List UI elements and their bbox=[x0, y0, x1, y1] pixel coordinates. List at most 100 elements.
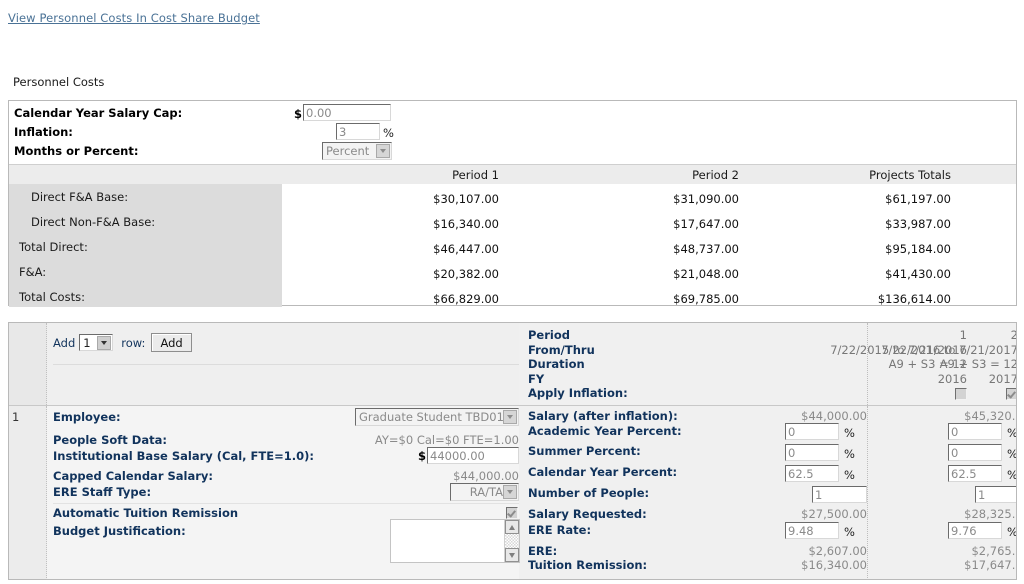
costs-table-header-row: Period 1 Period 2 Projects Totals bbox=[9, 164, 1016, 184]
tuition-remission-label: Tuition Remission: bbox=[528, 558, 648, 572]
period-2-from-thru: 7/22/2016 to 7/21/2017 bbox=[881, 342, 1017, 357]
months-or-percent-value: Percent bbox=[326, 144, 370, 158]
field-divider bbox=[53, 503, 519, 504]
percent-sign: % bbox=[844, 426, 855, 440]
ere-staff-type-value: RA/TA bbox=[469, 485, 503, 499]
chevron-down-icon bbox=[503, 485, 517, 499]
fy-label: FY bbox=[528, 371, 545, 386]
detail-panel-body: 1 Employee: Graduate Student TBD01 Peopl… bbox=[9, 406, 1017, 579]
period-2-salary-requested: $28,325.00 bbox=[964, 507, 1016, 521]
calendar-year-percent-label: Calendar Year Percent: bbox=[528, 465, 678, 479]
textarea-scrollbar[interactable] bbox=[504, 520, 519, 562]
academic-year-percent-label: Academic Year Percent: bbox=[528, 424, 682, 438]
row-number: 1 bbox=[12, 410, 20, 424]
table-row: Direct Non-F&A Base: $16,340.00 $17,647.… bbox=[9, 209, 1016, 234]
detail-panel-header: Add 1 row: Add Period From/Thru Duration… bbox=[9, 323, 1016, 406]
summer-percent-label: Summer Percent: bbox=[528, 444, 641, 458]
row-value-period-1: $66,829.00 bbox=[433, 292, 499, 306]
salary-after-inflation-label: Salary (after inflation): bbox=[528, 409, 678, 423]
row-label: Total Direct: bbox=[19, 240, 88, 254]
period-1-academic-year-percent-input[interactable] bbox=[785, 423, 839, 440]
row-value-period-1: $46,447.00 bbox=[433, 242, 499, 256]
employee-select[interactable]: Graduate Student TBD01 bbox=[355, 408, 519, 426]
chevron-down-icon bbox=[503, 410, 517, 424]
period-2-calendar-year-percent-input[interactable] bbox=[948, 465, 1002, 482]
percent-sign: % bbox=[1007, 525, 1017, 539]
salary-cap-currency: $ bbox=[294, 107, 303, 121]
percent-sign: % bbox=[844, 468, 855, 482]
ere-label: ERE: bbox=[528, 544, 558, 558]
period-2-apply-inflation-checkbox[interactable] bbox=[1006, 387, 1016, 400]
period-2-duration: A9 + S3 = 12 bbox=[939, 357, 1017, 371]
period-2-salary-after-inflation: $45,320.00 bbox=[964, 409, 1016, 423]
table-row: Total Direct: $46,447.00 $48,737.00 $95,… bbox=[9, 234, 1016, 259]
people-soft-data-value: AY=$0 Cal=$0 FTE=1.00 bbox=[374, 433, 519, 447]
automatic-tuition-remission-label: Automatic Tuition Remission bbox=[53, 506, 239, 520]
period-2-academic-year-percent-input[interactable] bbox=[948, 423, 1002, 440]
percent-sign: % bbox=[1007, 447, 1017, 461]
period-1-ere: $2,607.00 bbox=[808, 544, 867, 558]
column-header-period-1: Period 1 bbox=[452, 168, 499, 182]
salary-cap-input[interactable] bbox=[303, 104, 391, 121]
page-title-link[interactable]: View Personnel Costs In Cost Share Budge… bbox=[8, 11, 260, 25]
personnel-costs-panel: Calendar Year Salary Cap: $ Inflation: %… bbox=[8, 100, 1017, 307]
row-value-period-1: $16,340.00 bbox=[433, 217, 499, 231]
row-label: Total Costs: bbox=[19, 290, 85, 304]
percent-sign: % bbox=[844, 525, 855, 539]
budget-justification-textarea[interactable] bbox=[390, 519, 520, 563]
period-1-tuition-remission: $16,340.00 bbox=[801, 558, 867, 572]
add-row-prefix-label: Add bbox=[53, 335, 76, 350]
add-button[interactable]: Add bbox=[151, 333, 192, 352]
row-value-totals: $33,987.00 bbox=[885, 217, 951, 231]
capped-calendar-salary-value: $44,000.00 bbox=[453, 469, 519, 483]
chevron-down-icon bbox=[376, 144, 390, 158]
employee-label: Employee: bbox=[53, 410, 121, 424]
employee-fields-column: 1 Employee: Graduate Student TBD01 Peopl… bbox=[9, 406, 520, 579]
percent-sign: % bbox=[1007, 426, 1017, 440]
base-salary-input[interactable] bbox=[427, 447, 519, 464]
period-1-salary-after-inflation: $44,000.00 bbox=[801, 409, 867, 423]
period-2-number: 2 bbox=[855, 328, 1016, 343]
row-value-totals: $95,184.00 bbox=[885, 242, 951, 256]
period-2-number-of-people-input[interactable] bbox=[975, 486, 1016, 503]
months-or-percent-select[interactable]: Percent bbox=[322, 142, 392, 160]
add-row-count-select[interactable]: 1 bbox=[79, 334, 114, 351]
add-row-toolbar: Add 1 row: Add bbox=[9, 323, 519, 405]
row-value-period-2: $21,048.00 bbox=[673, 267, 739, 281]
period-1-summer-percent-input[interactable] bbox=[785, 444, 839, 461]
period-2-summer-percent-input[interactable] bbox=[948, 444, 1002, 461]
scroll-down-icon[interactable] bbox=[505, 548, 519, 562]
inflation-input[interactable] bbox=[336, 123, 380, 140]
number-of-people-label: Number of People: bbox=[528, 486, 650, 500]
period-2-ere-rate-input[interactable] bbox=[948, 522, 1002, 539]
period-1-ere-rate-input[interactable] bbox=[785, 522, 839, 539]
automatic-tuition-remission-checkbox[interactable] bbox=[506, 507, 518, 519]
ere-staff-type-select[interactable]: RA/TA bbox=[450, 483, 519, 501]
from-thru-label: From/Thru bbox=[528, 342, 595, 357]
percent-sign: % bbox=[844, 447, 855, 461]
period-1-calendar-year-percent-input[interactable] bbox=[785, 465, 839, 482]
period-2-ere: $2,765.00 bbox=[971, 544, 1016, 558]
months-or-percent-label: Months or Percent: bbox=[14, 144, 139, 158]
table-row: F&A: $20,382.00 $21,048.00 $41,430.00 bbox=[9, 259, 1016, 284]
period-column-divider bbox=[867, 406, 868, 579]
institutional-base-salary-label: Institutional Base Salary (Cal, FTE=1.0)… bbox=[53, 449, 314, 463]
row-label: Direct F&A Base: bbox=[31, 190, 129, 204]
table-row: Direct F&A Base: $30,107.00 $31,090.00 $… bbox=[9, 184, 1016, 209]
scroll-up-icon[interactable] bbox=[505, 520, 519, 534]
period-header-labels: Period From/Thru Duration FY Apply Infla… bbox=[528, 328, 628, 401]
row-value-period-2: $69,785.00 bbox=[673, 292, 739, 306]
period-2-header-values: 2 7/22/2016 to 7/21/2017 A9 + S3 = 12 20… bbox=[855, 328, 1017, 401]
row-value-period-2: $17,647.00 bbox=[673, 217, 739, 231]
capped-calendar-salary-label: Capped Calendar Salary: bbox=[53, 469, 214, 483]
period-2-fy: 2017 bbox=[988, 371, 1017, 386]
people-soft-data-label: People Soft Data: bbox=[53, 433, 167, 447]
row-label: Direct Non-F&A Base: bbox=[31, 215, 156, 229]
base-salary-currency: $ bbox=[418, 449, 427, 463]
period-2-tuition-remission: $17,647.00 bbox=[964, 558, 1016, 572]
period-1-number-of-people-input[interactable] bbox=[812, 486, 867, 503]
add-row-controls: Add 1 row: Add bbox=[53, 333, 192, 352]
inflation-label: Inflation: bbox=[14, 125, 73, 139]
add-row-count-value: 1 bbox=[83, 335, 91, 350]
row-label: F&A: bbox=[19, 265, 47, 279]
